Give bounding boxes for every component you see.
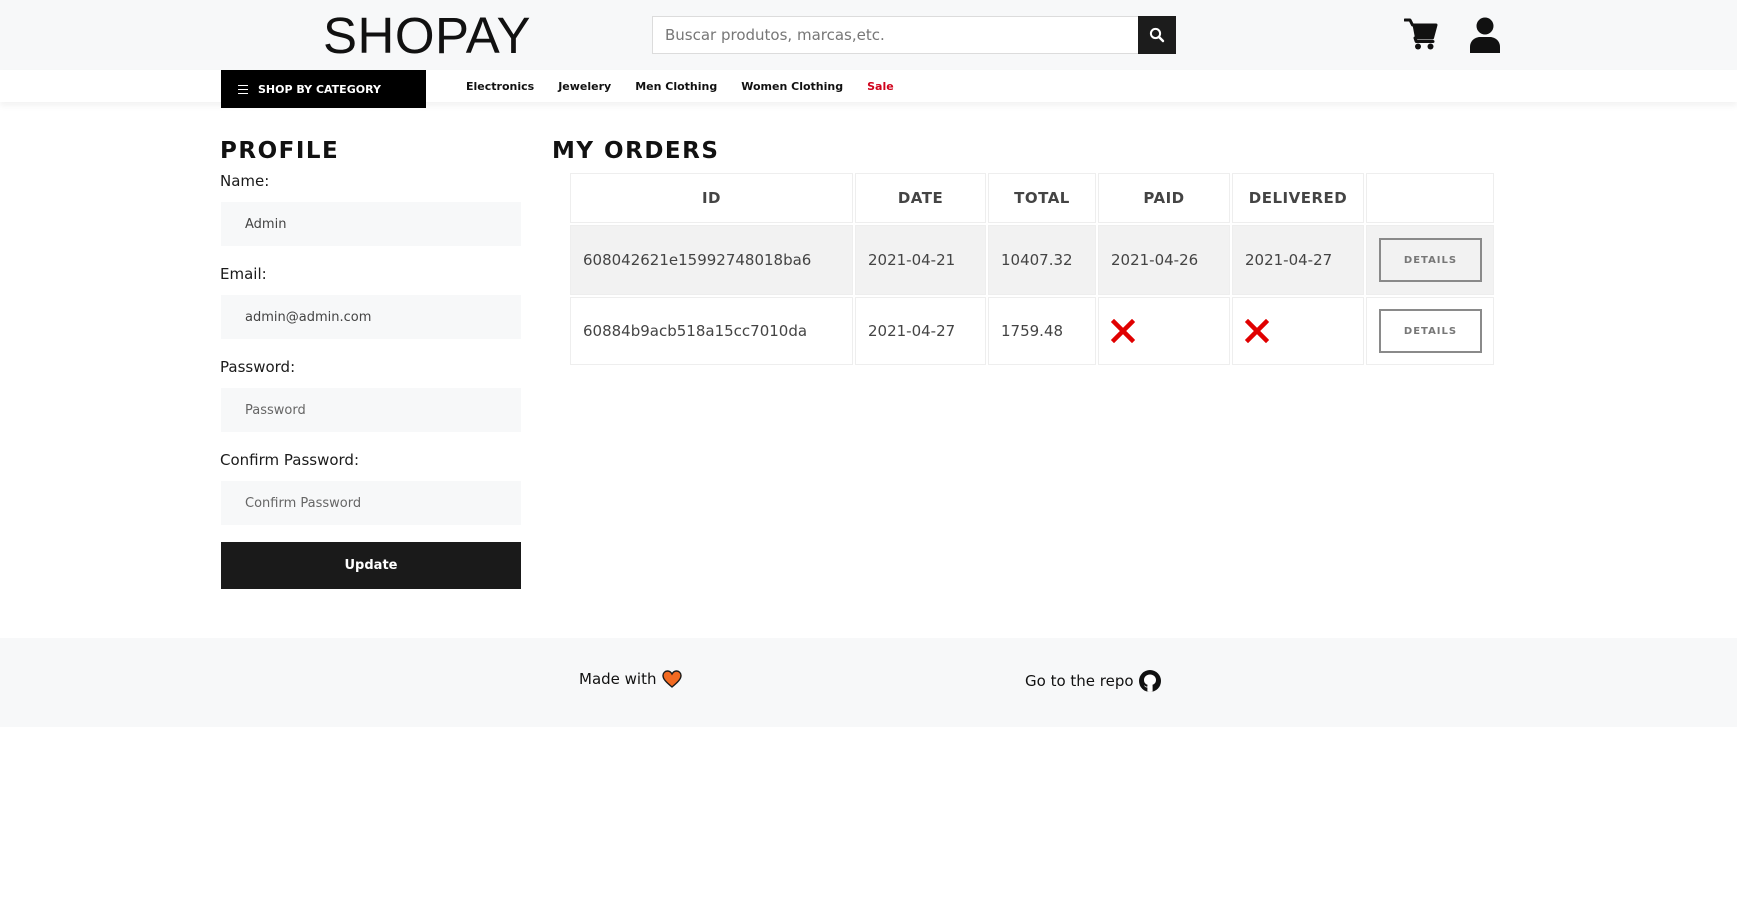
email-field[interactable] xyxy=(221,295,521,339)
orders-title: MY ORDERS xyxy=(552,138,720,164)
menu-icon xyxy=(238,84,248,95)
order-delivered xyxy=(1232,297,1364,365)
nav-link-jewelery[interactable]: Jewelery xyxy=(558,80,611,93)
column-header-paid: PAID xyxy=(1098,173,1230,223)
table-row: 60884b9acb518a15cc7010da 2021-04-27 1759… xyxy=(570,297,1494,365)
details-button[interactable]: DETAILS xyxy=(1379,309,1482,353)
site-logo[interactable]: SHOPAY xyxy=(323,6,531,66)
search-bar xyxy=(652,16,1176,54)
order-total: 10407.32 xyxy=(988,225,1096,295)
search-input[interactable] xyxy=(652,16,1138,54)
shop-by-category-button[interactable]: SHOP BY CATEGORY xyxy=(221,70,426,108)
password-field[interactable] xyxy=(221,388,521,432)
nav-link-women-clothing[interactable]: Women Clothing xyxy=(741,80,843,93)
column-header-actions xyxy=(1366,173,1494,223)
cart-icon[interactable] xyxy=(1404,17,1438,51)
column-header-delivered: DELIVERED xyxy=(1232,173,1364,223)
password-label: Password: xyxy=(220,358,296,376)
column-header-date: DATE xyxy=(855,173,986,223)
made-with: Made with xyxy=(579,670,683,688)
column-header-id: ID xyxy=(570,173,853,223)
order-actions: DETAILS xyxy=(1366,297,1494,365)
order-date: 2021-04-27 xyxy=(855,297,986,365)
shop-by-category-label: SHOP BY CATEGORY xyxy=(258,82,381,96)
made-with-label: Made with xyxy=(579,670,657,688)
order-id: 60884b9acb518a15cc7010da xyxy=(570,297,853,365)
github-icon xyxy=(1138,670,1161,692)
order-paid xyxy=(1098,297,1230,365)
not-paid-x-icon xyxy=(1111,319,1135,343)
email-label: Email: xyxy=(220,265,267,283)
order-date: 2021-04-21 xyxy=(855,225,986,295)
confirm-password-field[interactable] xyxy=(221,481,521,525)
profile-title: PROFILE xyxy=(220,138,340,164)
not-delivered-x-icon xyxy=(1245,319,1269,343)
site-header: SHOPAY xyxy=(0,0,1737,70)
nav-link-electronics[interactable]: Electronics xyxy=(466,80,534,93)
category-nav: SHOP BY CATEGORY Electronics Jewelery Me… xyxy=(0,70,1737,108)
table-header-row: ID DATE TOTAL PAID DELIVERED xyxy=(570,173,1494,223)
column-header-total: TOTAL xyxy=(988,173,1096,223)
nav-link-sale[interactable]: Sale xyxy=(867,80,894,93)
details-button[interactable]: DETAILS xyxy=(1379,238,1482,282)
order-total: 1759.48 xyxy=(988,297,1096,365)
name-label: Name: xyxy=(220,172,270,190)
nav-links: Electronics Jewelery Men Clothing Women … xyxy=(466,70,918,102)
order-id: 608042621e15992748018ba6 xyxy=(570,225,853,295)
site-footer: Made with Go to the repo xyxy=(0,638,1737,727)
user-icon[interactable] xyxy=(1470,17,1500,53)
nav-link-men-clothing[interactable]: Men Clothing xyxy=(635,80,717,93)
order-paid: 2021-04-26 xyxy=(1098,225,1230,295)
update-button[interactable]: Update xyxy=(221,542,521,589)
search-icon xyxy=(1149,27,1165,43)
repo-link-label: Go to the repo xyxy=(1025,672,1134,690)
orders-table: ID DATE TOTAL PAID DELIVERED 608042621e1… xyxy=(568,171,1496,367)
table-row: 608042621e15992748018ba6 2021-04-21 1040… xyxy=(570,225,1494,295)
confirm-password-label: Confirm Password: xyxy=(220,451,360,469)
order-actions: DETAILS xyxy=(1366,225,1494,295)
order-delivered: 2021-04-27 xyxy=(1232,225,1364,295)
search-button[interactable] xyxy=(1138,16,1176,54)
heart-icon xyxy=(662,670,683,688)
repo-link[interactable]: Go to the repo xyxy=(1025,669,1162,693)
name-field[interactable] xyxy=(221,202,521,246)
